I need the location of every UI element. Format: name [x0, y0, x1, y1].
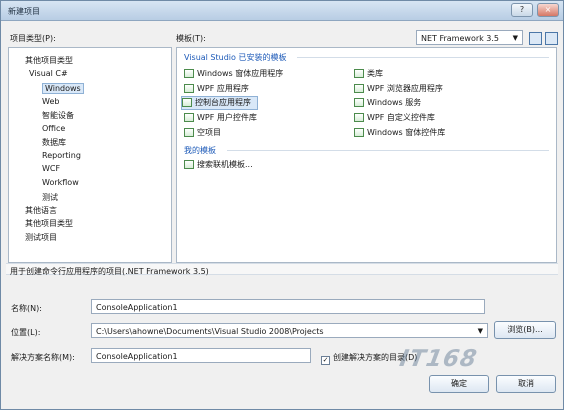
control-icon: [184, 113, 194, 122]
template-console-application[interactable]: 控制台应用程序: [181, 96, 258, 110]
template-windows-forms[interactable]: Windows 窗体应用程序: [184, 68, 334, 80]
templates-label: 模板(T):: [176, 34, 206, 43]
search-online-templates[interactable]: 搜索联机模板...: [184, 159, 334, 171]
help-button[interactable]: ?: [511, 3, 533, 17]
watermark-text: IT168: [397, 346, 480, 372]
solution-name-input[interactable]: ConsoleApplication1: [91, 348, 311, 363]
template-class-library[interactable]: 类库: [354, 68, 504, 80]
control-icon: [354, 128, 364, 137]
group-divider: [297, 57, 549, 58]
project-types-label: 项目类型(P):: [10, 34, 56, 43]
browser-icon: [354, 84, 364, 93]
new-project-dialog: 新建项目 ? × 项目类型(P): 模板(T): NET Framework 3…: [0, 0, 564, 410]
location-label: 位置(L):: [11, 328, 41, 337]
templates-panel[interactable]: Visual Studio 已安装的模板 Windows 窗体应用程序 WPF …: [176, 47, 557, 263]
installed-templates-group: Visual Studio 已安装的模板: [184, 53, 287, 62]
service-icon: [354, 98, 364, 107]
framework-dropdown[interactable]: NET Framework 3.5 ▼: [416, 30, 523, 45]
dropdown-arrow-icon: ▼: [512, 34, 518, 42]
application-icon: [184, 69, 194, 78]
title-bar: 新建项目 ? ×: [1, 1, 563, 21]
project-types-tree[interactable]: 其他项目类型 Visual C# Windows Web 智能设备 Office 数据库 Re…: [8, 47, 172, 263]
dropdown-arrow-icon: ▼: [477, 327, 483, 335]
control-icon: [354, 113, 364, 122]
tree-item[interactable]: 测试项目: [25, 232, 57, 243]
tree-item[interactable]: Office: [42, 124, 65, 133]
project-icon: [184, 128, 194, 137]
solution-name-label: 解决方案名称(M):: [11, 353, 75, 362]
tree-item[interactable]: Reporting: [42, 151, 81, 160]
location-dropdown[interactable]: C:\Users\ahowne\Documents\Visual Studio …: [91, 323, 488, 338]
group-divider: [227, 150, 549, 151]
name-label: 名称(N):: [11, 304, 42, 313]
library-icon: [354, 69, 364, 78]
search-icon: [184, 160, 194, 169]
tree-item[interactable]: 智能设备: [42, 110, 74, 121]
close-button[interactable]: ×: [537, 3, 559, 17]
name-input[interactable]: ConsoleApplication1: [91, 299, 485, 314]
template-wpf-custom-control[interactable]: WPF 自定义控件库: [354, 112, 534, 124]
tree-item[interactable]: 其他语言: [25, 205, 57, 216]
template-empty-project[interactable]: 空项目: [184, 127, 334, 139]
tree-item[interactable]: Web: [42, 97, 59, 106]
tree-item[interactable]: 数据库: [42, 137, 66, 148]
tree-item[interactable]: 其他项目类型: [25, 55, 73, 66]
window-title: 新建项目: [8, 7, 40, 16]
large-icons-view-icon[interactable]: [529, 32, 542, 45]
template-wpf-browser[interactable]: WPF 浏览器应用程序: [354, 83, 534, 95]
tree-item[interactable]: WCF: [42, 164, 60, 173]
tree-item[interactable]: Workflow: [42, 178, 79, 187]
template-description: 用于创建命令行应用程序的项目(.NET Framework 3.5): [6, 263, 558, 276]
tree-item[interactable]: 测试: [42, 192, 58, 203]
browse-button[interactable]: 浏览(B)...: [494, 321, 556, 339]
template-windows-forms-control[interactable]: Windows 窗体控件库: [354, 127, 534, 139]
tree-item[interactable]: Visual C#: [29, 69, 68, 78]
framework-value: NET Framework 3.5: [421, 34, 500, 43]
template-wpf-application[interactable]: WPF 应用程序: [184, 83, 334, 95]
small-icons-view-icon[interactable]: [545, 32, 558, 45]
my-templates-group: 我的模板: [184, 146, 216, 155]
check-icon[interactable]: ✓: [321, 356, 330, 365]
tree-item[interactable]: 其他项目类型: [25, 218, 73, 229]
application-icon: [184, 84, 194, 93]
tree-item[interactable]: Windows: [42, 83, 84, 94]
location-value: C:\Users\ahowne\Documents\Visual Studio …: [96, 327, 324, 336]
template-windows-service[interactable]: Windows 服务: [354, 97, 504, 109]
console-icon: [182, 98, 192, 107]
template-wpf-user-control[interactable]: WPF 用户控件库: [184, 112, 334, 124]
